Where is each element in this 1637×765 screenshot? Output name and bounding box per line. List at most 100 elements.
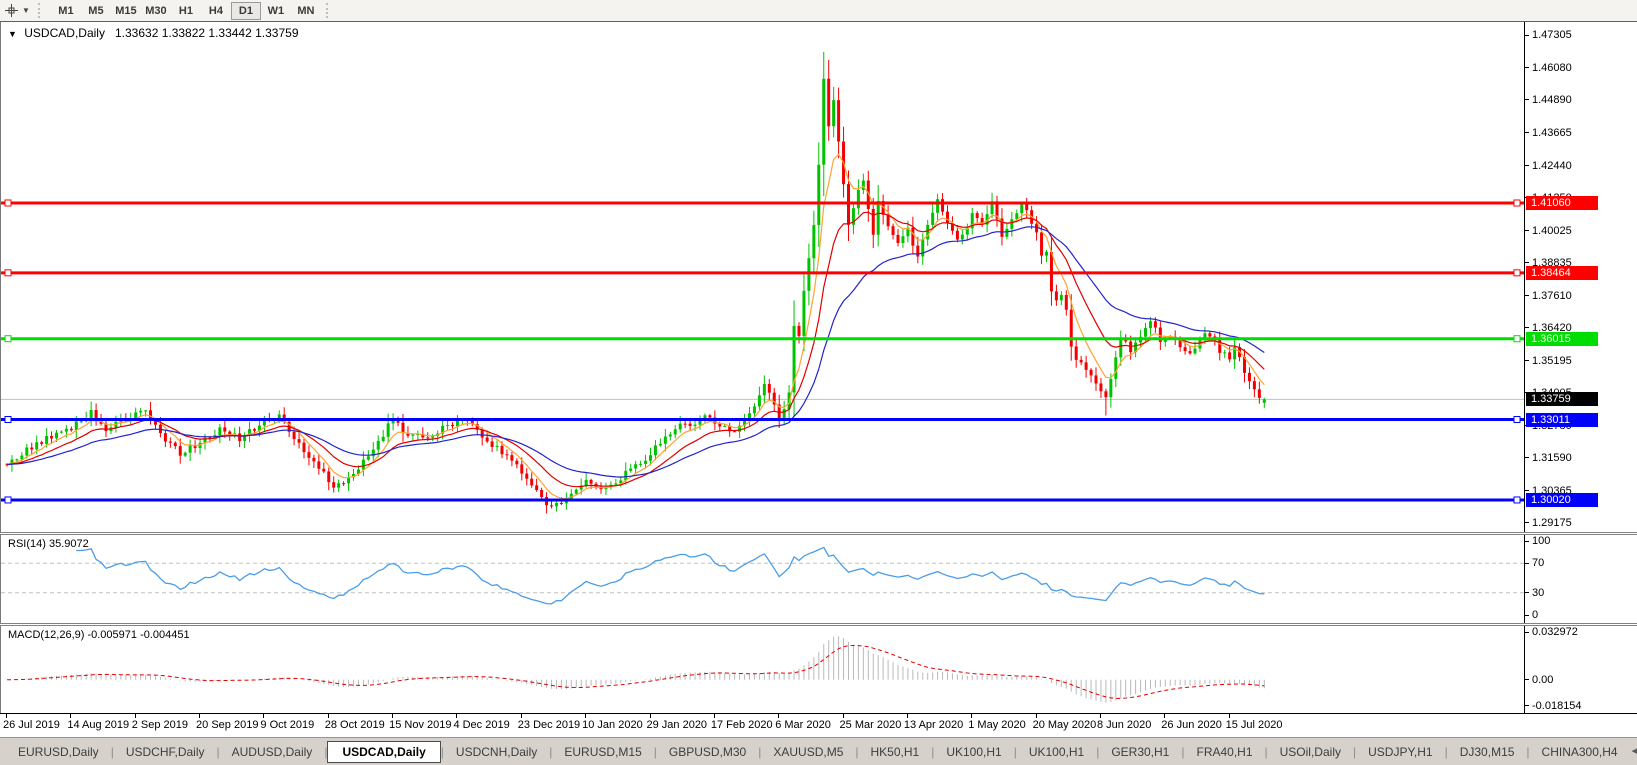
date-tick — [263, 714, 265, 718]
timeframe-button-m1[interactable]: M1 — [51, 2, 81, 20]
price-axis-tick — [1525, 295, 1529, 297]
macd-canvas[interactable] — [1, 626, 1524, 713]
price-axis-tick — [1525, 631, 1529, 633]
timeframe-button-w1[interactable]: W1 — [261, 2, 291, 20]
tab-china300-h4[interactable]: CHINA300,H4 — [1530, 742, 1630, 762]
date-tick — [456, 714, 458, 718]
timeframe-button-m5[interactable]: M5 — [81, 2, 111, 20]
price-axis-label: 0 — [1532, 609, 1539, 621]
macd-indicator-panel[interactable]: MACD(12,26,9) -0.005971 -0.004451 — [0, 626, 1524, 713]
tab-uk100-h1[interactable]: UK100,H1 — [934, 742, 1013, 762]
line-handle[interactable] — [4, 199, 12, 207]
price-axis-tick — [1525, 34, 1529, 36]
chart-title: ▼ USDCAD,Daily 1.33632 1.33822 1.33442 1… — [8, 26, 299, 40]
tab-usdcad-daily[interactable]: USDCAD,Daily — [327, 740, 441, 763]
date-tick — [199, 714, 201, 718]
price-axis-tick — [1525, 679, 1529, 681]
timeframe-button-h4[interactable]: H4 — [201, 2, 231, 20]
date-tick — [1035, 714, 1037, 718]
timeframe-button-d1[interactable]: D1 — [230, 1, 261, 20]
price-axis-label: -0.018154 — [1532, 699, 1582, 712]
line-handle[interactable] — [1513, 416, 1521, 424]
price-chart-panel[interactable]: ▼ USDCAD,Daily 1.33632 1.33822 1.33442 1… — [0, 22, 1524, 532]
date-tick — [70, 714, 72, 718]
timeframe-button-m15[interactable]: M15 — [111, 2, 141, 20]
top-toolbar: ▼ M1 M5 M15 M30 H1 H4 D1 W1 MN — [0, 0, 1637, 22]
date-label: 29 Jan 2020 — [646, 719, 708, 731]
line-handle[interactable] — [4, 335, 12, 343]
tab-scroll-left-icon[interactable]: ◄ — [1630, 746, 1637, 757]
date-tick — [520, 714, 522, 718]
tab-eurusd-m15[interactable]: EURUSD,M15 — [552, 742, 653, 762]
tab-usdchf-daily[interactable]: USDCHF,Daily — [114, 742, 217, 762]
date-label: 25 Mar 2020 — [839, 719, 902, 731]
current-price-badge: 1.33759 — [1526, 392, 1598, 407]
date-tick — [778, 714, 780, 718]
tab-audusd-daily[interactable]: AUDUSD,Daily — [220, 742, 325, 762]
line-handle[interactable] — [1513, 199, 1521, 207]
line-handle[interactable] — [1513, 269, 1521, 277]
panel-divider-rsi-macd[interactable] — [0, 623, 1637, 626]
price-axis-tick — [1525, 522, 1529, 524]
toolbar-grip-2[interactable] — [325, 3, 332, 18]
price-axis-label: 1.37610 — [1532, 289, 1572, 302]
price-axis-label: 1.42440 — [1532, 159, 1572, 172]
panel-divider-chart-rsi[interactable] — [0, 532, 1637, 535]
date-label: 20 May 2020 — [1032, 719, 1097, 731]
price-axis-tick — [1525, 262, 1529, 264]
tab-fra40-h1[interactable]: FRA40,H1 — [1184, 742, 1264, 762]
price-axis-label: 30 — [1532, 586, 1545, 599]
tab-nav: ◄ ► — [1630, 746, 1637, 757]
date-label: 28 Oct 2019 — [324, 719, 385, 731]
line-handle[interactable] — [1513, 496, 1521, 504]
date-label: 15 Jul 2020 — [1225, 719, 1283, 731]
line-handle[interactable] — [4, 416, 12, 424]
tab-dj30-m15[interactable]: DJ30,M15 — [1448, 742, 1527, 762]
timeframe-button-h1[interactable]: H1 — [171, 2, 201, 20]
date-label: 23 Dec 2019 — [517, 719, 581, 731]
timeframe-button-m30[interactable]: M30 — [141, 2, 171, 20]
tab-usoil-daily[interactable]: USOil,Daily — [1268, 742, 1353, 762]
timeframe-button-mn[interactable]: MN — [291, 2, 321, 20]
date-label: 9 Oct 2019 — [260, 719, 315, 731]
price-level-badge-1.41060: 1.41060 — [1526, 195, 1598, 210]
tab-usdcnh-daily[interactable]: USDCNH,Daily — [444, 742, 549, 762]
line-handle[interactable] — [1513, 335, 1521, 343]
tab-xauusd-m5[interactable]: XAUUSD,M5 — [761, 742, 855, 762]
date-label: 6 Mar 2020 — [775, 719, 831, 731]
date-label: 26 Jul 2019 — [3, 719, 60, 731]
chart-tab-bar: EURUSD,Daily | USDCHF,Daily | AUDUSD,Daily | U… — [0, 737, 1637, 765]
date-label: 1 May 2020 — [968, 719, 1026, 731]
price-axis-label: 0.032972 — [1532, 626, 1578, 638]
date-tick — [906, 714, 908, 718]
line-handle[interactable] — [4, 496, 12, 504]
date-axis[interactable]: 26 Jul 2019 14 Aug 2019 2 Sep 2019 20 Sep 2… — [0, 713, 1637, 737]
tab-eurusd-daily[interactable]: EURUSD,Daily — [6, 742, 111, 762]
date-tick — [585, 714, 587, 718]
price-level-badge-1.30020: 1.30020 — [1526, 492, 1598, 507]
line-handle[interactable] — [4, 269, 12, 277]
tab-hk50-h1[interactable]: HK50,H1 — [859, 742, 932, 762]
rsi-canvas[interactable] — [1, 535, 1524, 623]
date-label: 10 Jan 2020 — [582, 719, 643, 731]
tab-usdjpy-h1[interactable]: USDJPY,H1 — [1356, 742, 1444, 762]
tab-uk100-h1[interactable]: UK100,H1 — [1017, 742, 1096, 762]
rsi-indicator-panel[interactable]: RSI(14) 35.9072 — [0, 535, 1524, 623]
toolbar-grip[interactable] — [37, 3, 44, 18]
price-axis-label: 1.40025 — [1532, 224, 1572, 237]
price-axis-tick — [1525, 230, 1529, 232]
rsi-line — [76, 546, 1265, 605]
tabs-container: EURUSD,Daily | USDCHF,Daily | AUDUSD,Daily | U… — [6, 740, 1630, 763]
price-chart-canvas[interactable] — [1, 22, 1524, 532]
price-axis-label: 70 — [1532, 557, 1545, 570]
tab-gbpusd-m30[interactable]: GBPUSD,M30 — [657, 742, 758, 762]
price-level-badge-1.33011: 1.33011 — [1526, 412, 1598, 427]
price-axis[interactable]: 1.473051.460801.448901.436651.424401.412… — [1524, 22, 1637, 713]
cursor-dropdown-caret[interactable]: ▼ — [19, 6, 33, 15]
chart-collapse-icon[interactable]: ▼ — [8, 29, 17, 39]
tab-ger30-h1[interactable]: GER30,H1 — [1099, 742, 1181, 762]
price-axis-label: 1.29175 — [1532, 516, 1572, 529]
price-axis-label: 100 — [1532, 535, 1551, 547]
crosshair-cursor-icon[interactable] — [4, 2, 19, 20]
date-label: 4 Dec 2019 — [453, 719, 510, 731]
